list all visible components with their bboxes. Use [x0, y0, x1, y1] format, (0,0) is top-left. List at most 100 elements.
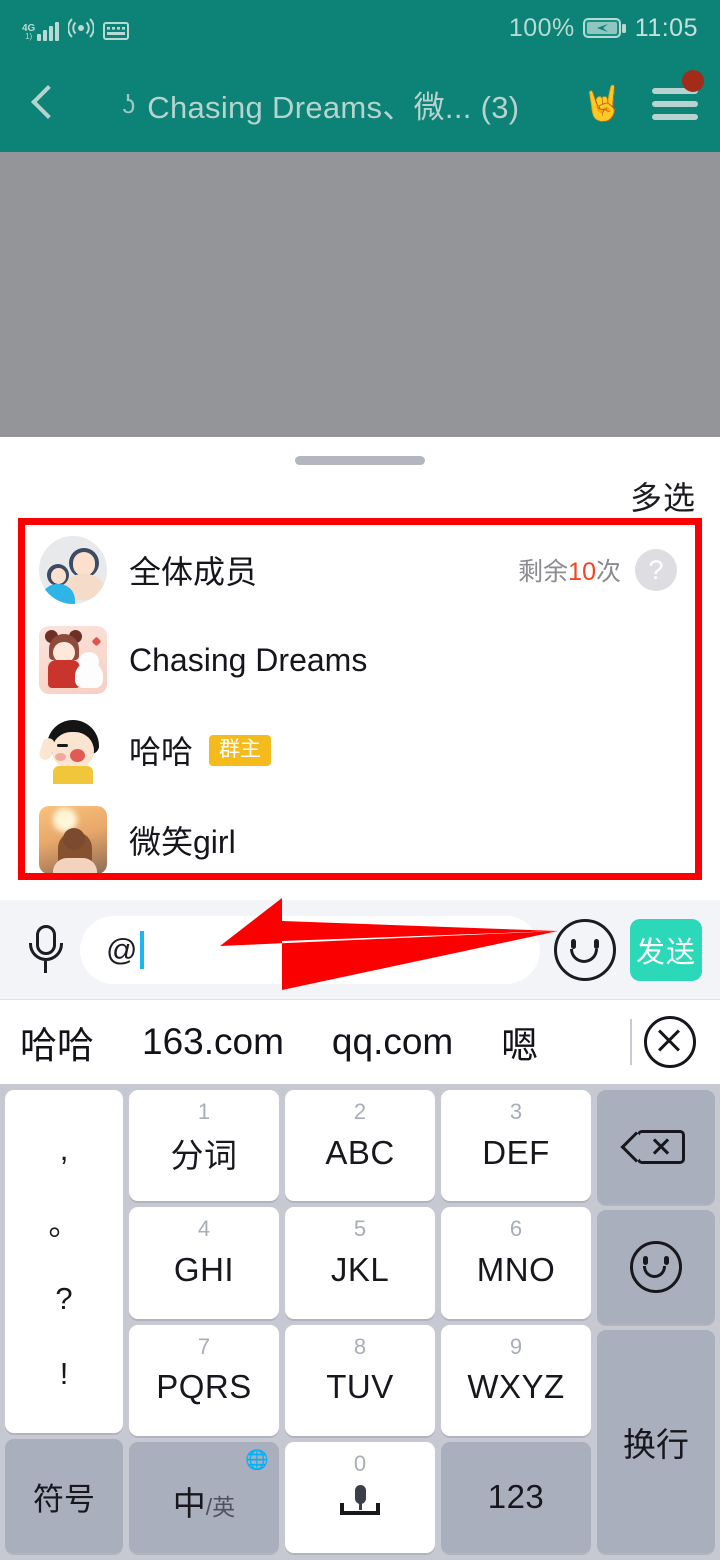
battery-charging-icon [582, 18, 626, 38]
key-6[interactable]: 6 MNO [441, 1207, 591, 1319]
back-button[interactable] [20, 81, 66, 127]
punct-period[interactable]: 。 [49, 1209, 80, 1240]
emoji-key[interactable] [597, 1210, 715, 1324]
key-number: 1 [197, 1099, 211, 1124]
key-7[interactable]: 7 PQRS [129, 1324, 279, 1436]
key-label: 123 [487, 1478, 545, 1516]
language-switch-key[interactable]: 🌐 中/英 [129, 1441, 279, 1553]
group-all-members-avatar [39, 536, 107, 604]
globe-icon[interactable]: 🌐 [245, 1448, 269, 1472]
keyboard-row: 1 分词 2 ABC 3 DEF [129, 1090, 591, 1202]
key-number: 2 [353, 1099, 367, 1124]
help-icon[interactable]: ? [635, 549, 677, 591]
message-input-value: @ [106, 931, 138, 967]
backspace-icon [620, 1126, 687, 1168]
key-5[interactable]: 5 JKL [285, 1207, 435, 1319]
key-number: 8 [353, 1333, 367, 1359]
punctuation-key[interactable]: , 。 ? ! [5, 1090, 123, 1433]
key-3[interactable]: 3 DEF [441, 1090, 591, 1202]
member-list: 全体成员 剩余10次 ? Chasing Dreams 哈哈 群主 微笑girl [25, 525, 695, 873]
member-name: 全体成员 [129, 554, 258, 590]
keyboard-row: 7 PQRS 8 TUV 9 WXYZ [129, 1324, 591, 1436]
status-bar: 4G 1) 100% 11:05 [0, 0, 720, 56]
key-number: 4 [197, 1216, 211, 1242]
member-name: 微笑girl [129, 824, 236, 860]
key-number: 3 [509, 1099, 523, 1124]
key-number: 5 [353, 1216, 367, 1242]
hotspot-icon [68, 18, 95, 38]
menu-button[interactable] [650, 70, 704, 126]
group-owner-tag: 群主 [209, 734, 272, 766]
list-item[interactable]: Chasing Dreams [25, 615, 695, 705]
multi-select-button[interactable]: 多选 [630, 473, 696, 519]
cartoon-face-avatar [39, 716, 107, 784]
key-label: WXYZ [467, 1368, 565, 1406]
key-4[interactable]: 4 GHI [129, 1207, 279, 1319]
lang-key-main: 中 [172, 1485, 206, 1523]
battery-percent-label: 100% [508, 13, 575, 42]
multi-select-row: 多选 [0, 465, 720, 519]
keyboard-right-column: 换行 [597, 1090, 715, 1553]
message-input-bar: @ 发送 [0, 900, 720, 1000]
status-left-icons: 4G 1) [22, 15, 130, 41]
divider [630, 1019, 632, 1065]
signal-bars-icon [37, 21, 60, 41]
ime-candidate-bar: 哈哈 163.com qq.com 嗯 [0, 1000, 720, 1084]
notification-badge-dot [682, 70, 704, 92]
list-item[interactable]: 哈哈 群主 [25, 705, 695, 795]
candidate-item[interactable]: 嗯 [501, 1015, 538, 1069]
ear-icon: ʖ [122, 88, 136, 119]
hand-rock-icon[interactable]: 🤘 [582, 84, 624, 124]
space-key[interactable]: 0 [285, 1441, 435, 1553]
key-label: ABC [325, 1133, 395, 1171]
key-1[interactable]: 1 分词 [129, 1090, 279, 1202]
member-picker-sheet: 多选 全体成员 剩余10次 ? Chasing Dreams 哈哈 群主 微笑g… [0, 437, 720, 900]
sheet-drag-handle[interactable] [295, 456, 425, 465]
dimmed-chat-overlay[interactable] [0, 152, 720, 437]
candidate-item[interactable]: 哈哈 [20, 1015, 94, 1069]
microphone-icon[interactable] [340, 1485, 380, 1519]
app-header: ʖ Chasing Dreams、微... (3) 🤘 [0, 56, 720, 152]
keyboard-row: 🌐 中/英 0 123 [129, 1441, 591, 1553]
text-caret [140, 930, 145, 969]
key-label: 分词 [170, 1136, 238, 1174]
key-8[interactable]: 8 TUV [285, 1324, 435, 1436]
status-right-icons: 100% 11:05 [509, 14, 698, 43]
member-name: 哈哈 [129, 734, 194, 770]
punct-comma[interactable]: , [60, 1134, 69, 1165]
key-label: DEF [482, 1133, 550, 1171]
numeric-key[interactable]: 123 [441, 1441, 591, 1553]
chat-title-area[interactable]: ʖ Chasing Dreams、微... (3) [60, 82, 582, 127]
punct-exclaim[interactable]: ! [60, 1358, 69, 1389]
key-2[interactable]: 2 ABC [285, 1090, 435, 1202]
network-sub-label: 1) [25, 32, 33, 41]
candidate-item[interactable]: qq.com [332, 1021, 453, 1063]
keyboard-left-column: , 。 ? ! 符号 [5, 1090, 123, 1553]
message-input[interactable]: @ [80, 915, 540, 984]
emoji-button[interactable] [554, 918, 616, 981]
key-9[interactable]: 9 WXYZ [441, 1324, 591, 1436]
candidate-item[interactable]: 163.com [142, 1021, 284, 1063]
keyboard-row: 4 GHI 5 JKL 6 MNO [129, 1207, 591, 1319]
microphone-icon[interactable] [18, 919, 74, 981]
remaining-count-label: 剩余10次 [518, 558, 621, 586]
page-title: Chasing Dreams、微... (3) [147, 89, 520, 125]
key-number: 9 [509, 1333, 523, 1359]
key-label: JKL [330, 1250, 390, 1288]
send-button[interactable]: 发送 [630, 918, 702, 981]
enter-key[interactable]: 换行 [597, 1330, 715, 1553]
lang-key-sub: /英 [205, 1494, 236, 1521]
close-circle-icon[interactable] [644, 1016, 696, 1068]
key-label: GHI [173, 1250, 235, 1288]
backspace-key[interactable] [597, 1090, 715, 1204]
highlight-annotation-box: 全体成员 剩余10次 ? Chasing Dreams 哈哈 群主 微笑girl [18, 518, 702, 880]
punct-question[interactable]: ? [55, 1283, 72, 1314]
ime-keyboard: , 。 ? ! 符号 1 分词 2 ABC 3 DEF 4 GHI 5 JKL … [0, 1084, 720, 1560]
key-label: PQRS [156, 1368, 252, 1406]
member-name: Chasing Dreams [129, 641, 368, 678]
list-item[interactable]: 微笑girl [25, 795, 695, 873]
symbol-key[interactable]: 符号 [5, 1439, 123, 1553]
list-item[interactable]: 全体成员 剩余10次 ? [25, 525, 695, 615]
signal-icon: 4G 1) [22, 21, 60, 41]
remaining-info: 剩余10次 ? [518, 549, 677, 591]
